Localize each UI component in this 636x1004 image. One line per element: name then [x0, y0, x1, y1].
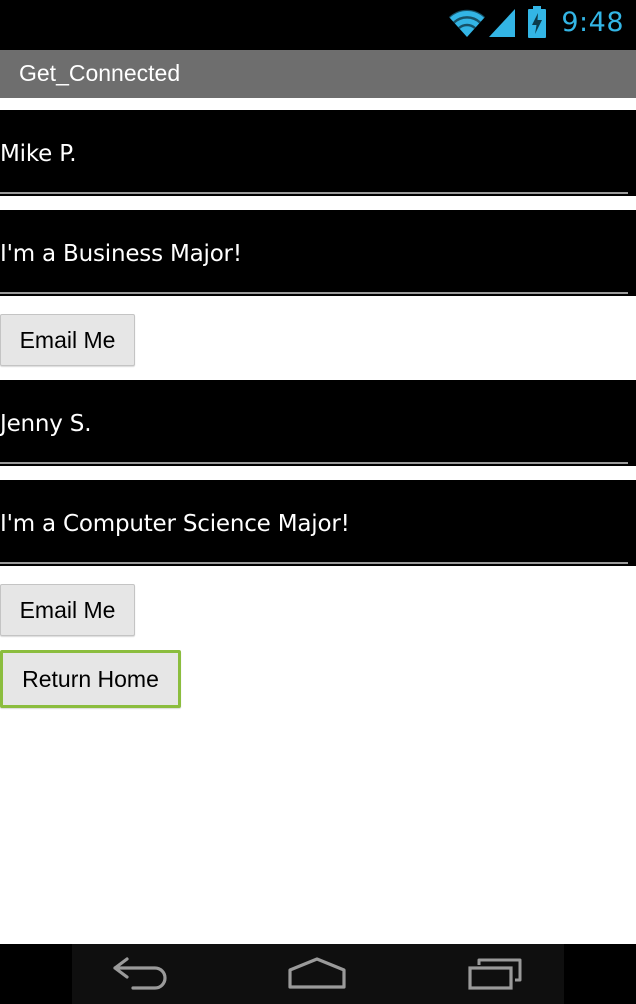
major-field-text: I'm a Business Major!	[0, 241, 242, 267]
major-field[interactable]: I'm a Computer Science Major!	[0, 480, 636, 566]
recent-apps-icon	[465, 956, 525, 994]
recent-apps-button[interactable]	[460, 956, 530, 994]
field-underline	[0, 462, 628, 464]
return-home-button[interactable]: Return Home	[0, 650, 181, 708]
status-clock: 9:48	[561, 6, 624, 38]
app-title: Get_Connected	[19, 60, 181, 86]
name-field[interactable]: Jenny S.	[0, 380, 636, 466]
wifi-icon	[447, 5, 487, 39]
battery-charging-icon	[527, 5, 547, 39]
navigation-bar	[0, 944, 636, 1004]
status-bar: 9:48	[0, 0, 636, 50]
name-field-text: Mike P.	[0, 141, 77, 167]
navigation-bar-inner	[72, 944, 564, 1004]
email-me-button[interactable]: Email Me	[0, 584, 135, 636]
field-underline	[0, 192, 628, 194]
back-button[interactable]	[104, 956, 174, 994]
field-underline	[0, 292, 628, 294]
field-underline	[0, 562, 628, 564]
title-bar: Get_Connected	[0, 50, 636, 98]
home-button[interactable]	[282, 956, 352, 994]
name-field[interactable]: Mike P.	[0, 110, 636, 196]
status-icons: 9:48	[447, 2, 624, 42]
home-icon	[286, 956, 348, 994]
cell-signal-icon	[487, 5, 517, 39]
back-icon	[111, 956, 167, 994]
name-field-text: Jenny S.	[0, 411, 92, 437]
email-me-button[interactable]: Email Me	[0, 314, 135, 366]
major-field[interactable]: I'm a Business Major!	[0, 210, 636, 296]
major-field-text: I'm a Computer Science Major!	[0, 511, 350, 537]
